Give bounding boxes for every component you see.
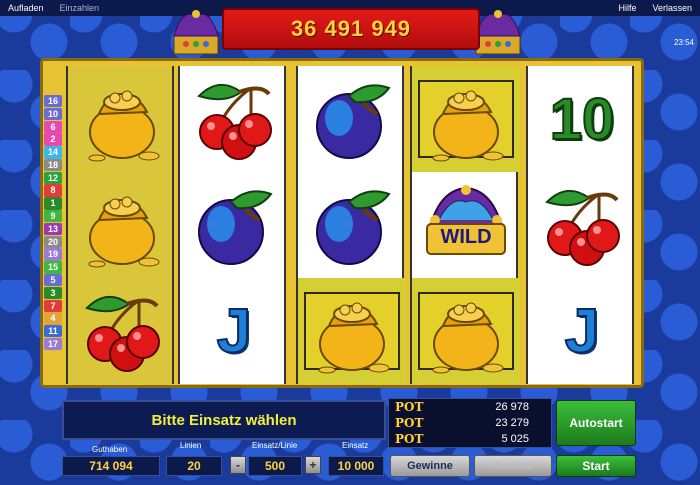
payline-number: 3	[44, 286, 62, 300]
wild-label: WILD	[440, 226, 492, 248]
ten-symbol: 10	[528, 66, 636, 172]
autostart-button[interactable]: Autostart	[556, 400, 636, 446]
payline-number: 13	[44, 222, 62, 236]
pot-label: POT	[395, 400, 424, 414]
plum-icon	[180, 172, 288, 278]
status-message: Bitte Einsatz wählen	[62, 400, 386, 440]
pot-row: POT 5 025	[389, 431, 551, 447]
balance-value: 714 094	[62, 456, 160, 476]
reel-2: J	[178, 66, 286, 384]
wild-icon: WILD	[412, 172, 520, 278]
payline-number: 9	[44, 210, 62, 223]
help-menu-item[interactable]: Hilfe	[610, 0, 644, 16]
gold-bag-icon	[412, 278, 520, 384]
gold-bag-icon	[68, 66, 176, 172]
crown-left-icon	[173, 10, 219, 55]
plum-icon	[298, 172, 406, 278]
payline-number: 15	[44, 261, 62, 274]
start-button[interactable]: Start	[556, 455, 636, 477]
stake-value: 10 000	[328, 456, 384, 476]
bet-per-line-value: 500	[248, 456, 302, 476]
letter-j-label: J	[564, 296, 601, 367]
bet-plus-button[interactable]: +	[305, 456, 321, 474]
payline-number: 2	[44, 133, 62, 146]
gamble-button[interactable]: Gamble	[474, 455, 552, 477]
reel-3	[296, 66, 406, 384]
lines-value[interactable]: 20	[166, 456, 222, 476]
payline-number: 8	[44, 184, 62, 197]
leave-menu-item[interactable]: Verlassen	[644, 0, 700, 16]
payline-number: 5	[44, 273, 62, 287]
payline-number: 20	[44, 235, 62, 248]
lines-label: Linien	[180, 441, 202, 450]
reel-1	[66, 66, 174, 384]
payline-number: 11	[44, 325, 62, 338]
gold-bag-icon	[68, 172, 176, 278]
pot-value: 26 978	[495, 401, 529, 413]
payline-number: 14	[44, 146, 62, 159]
load-menu-item[interactable]: Aufladen	[0, 0, 52, 16]
ten-label: 10	[549, 86, 616, 153]
letter-j-symbol: J	[528, 278, 636, 384]
stake-label: Einsatz	[342, 441, 369, 450]
payline-number: 7	[44, 299, 62, 312]
pot-value: 23 279	[495, 417, 529, 429]
pot-row: POT 26 978	[389, 399, 551, 415]
payline-number: 10	[44, 107, 62, 121]
reel-5: 10 J	[526, 66, 634, 384]
plum-icon	[298, 66, 406, 172]
payline-number: 18	[44, 158, 62, 172]
payline-number: 16	[44, 95, 62, 108]
gewinne-button[interactable]: Gewinne	[390, 455, 470, 477]
payline-number: 17	[44, 337, 62, 351]
pot-row: POT 23 279	[389, 415, 551, 431]
bet-minus-button[interactable]: -	[230, 456, 246, 474]
pot-label: POT	[395, 432, 424, 446]
payline-number: 4	[44, 312, 62, 325]
reel-4: WILD	[410, 66, 520, 384]
cherry-icon	[180, 66, 288, 172]
bet-per-line-label: Einsatz/Linie	[252, 441, 298, 450]
pot-label: POT	[395, 416, 424, 430]
payline-numbers: 16 10 6 2 14 18 12 8 1 9 13 20 19 15 5 3 7 4 11 17	[44, 95, 62, 351]
jackpot-value: 36 491 949	[290, 16, 412, 41]
payline-number: 12	[44, 171, 62, 185]
jackpot-banner: 36 491 949	[222, 8, 480, 50]
clock: 23:54	[673, 38, 694, 47]
gold-bag-icon	[298, 278, 406, 384]
payline-number: 6	[44, 120, 62, 133]
pot-table: POT 26 978 POT 23 279 POT 5 025	[388, 398, 552, 448]
balance-label: Guthaben	[92, 445, 128, 454]
payline-number: 1	[44, 197, 62, 210]
pot-value: 5 025	[501, 433, 529, 445]
letter-j-label: J	[216, 296, 253, 367]
letter-j-symbol: J	[180, 278, 288, 384]
cherry-icon	[528, 172, 636, 278]
cherry-icon	[68, 278, 176, 384]
gold-bag-icon	[412, 66, 520, 172]
payout-menu-item[interactable]: Einzahlen	[52, 0, 108, 16]
payline-number: 19	[44, 248, 62, 261]
